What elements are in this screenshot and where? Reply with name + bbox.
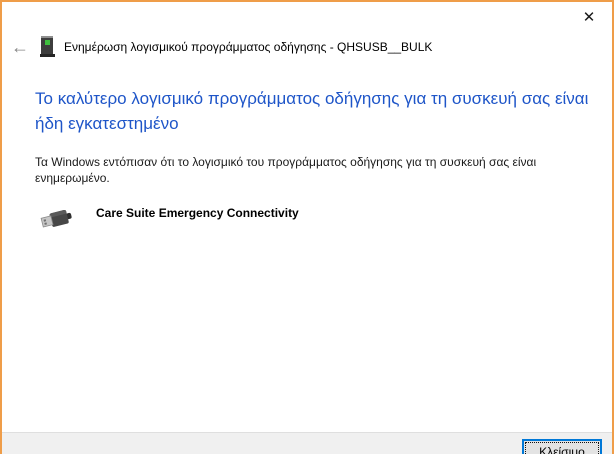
- close-button[interactable]: Κλείσιμο: [522, 439, 602, 454]
- usb-plug-icon: [40, 210, 72, 228]
- titlebar: ✕: [2, 2, 612, 32]
- close-button-label: Κλείσιμο: [525, 442, 599, 454]
- device-driver-icon-base: [40, 54, 55, 57]
- device-name: Care Suite Emergency Connectivity: [96, 206, 299, 220]
- update-driver-dialog: ✕ ← Ενημέρωση λογισμικού προγράμματος οδ…: [0, 0, 614, 454]
- device-driver-icon: [40, 36, 55, 58]
- status-message: Τα Windows εντόπισαν ότι το λογισμικό το…: [35, 155, 537, 185]
- main-instruction: Το καλύτερο λογισμικό προγράμματος οδήγη…: [35, 89, 589, 133]
- back-arrow-icon[interactable]: ←: [11, 38, 33, 56]
- dialog-title: Ενημέρωση λογισμικού προγράμματος οδήγησ…: [64, 40, 433, 54]
- device-driver-icon-chip: [45, 40, 50, 45]
- dialog-footer: Κλείσιμο: [2, 432, 612, 454]
- device-entry: Care Suite Emergency Connectivity: [40, 202, 299, 235]
- dialog-header: ← Ενημέρωση λογισμικού προγράμματος οδήγ…: [11, 35, 432, 59]
- device-driver-icon-body: [41, 36, 53, 54]
- close-icon[interactable]: ✕: [570, 4, 608, 30]
